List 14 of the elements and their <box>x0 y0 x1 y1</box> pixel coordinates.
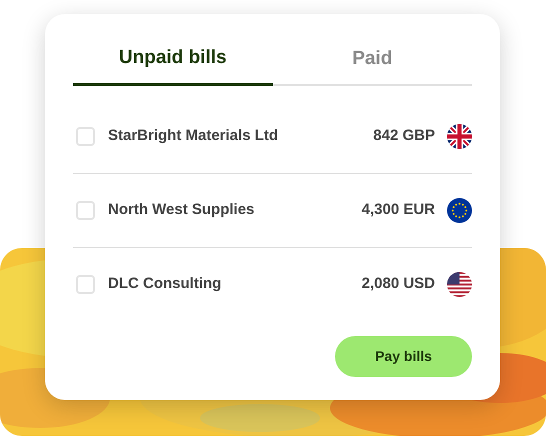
bill-amount: 842 GBP <box>373 126 435 146</box>
tab[interactable]: Unpaid bills <box>73 44 272 86</box>
flag-icon <box>447 124 472 148</box>
bill-amount: 4,300 EUR <box>362 200 435 220</box>
supplier-name: StarBright Materials Ltd <box>108 126 278 146</box>
supplier-name: North West Supplies <box>108 200 254 220</box>
checkbox[interactable] <box>76 275 95 294</box>
checkbox[interactable] <box>76 200 95 220</box>
flag-icon <box>447 198 472 222</box>
flag-icon <box>447 272 472 297</box>
checkbox[interactable] <box>76 126 95 146</box>
supplier-name: DLC Consulting <box>108 274 222 294</box>
pay-bills-button[interactable]: Pay bills <box>335 336 472 376</box>
bill-amount: 2,080 USD <box>362 274 435 294</box>
